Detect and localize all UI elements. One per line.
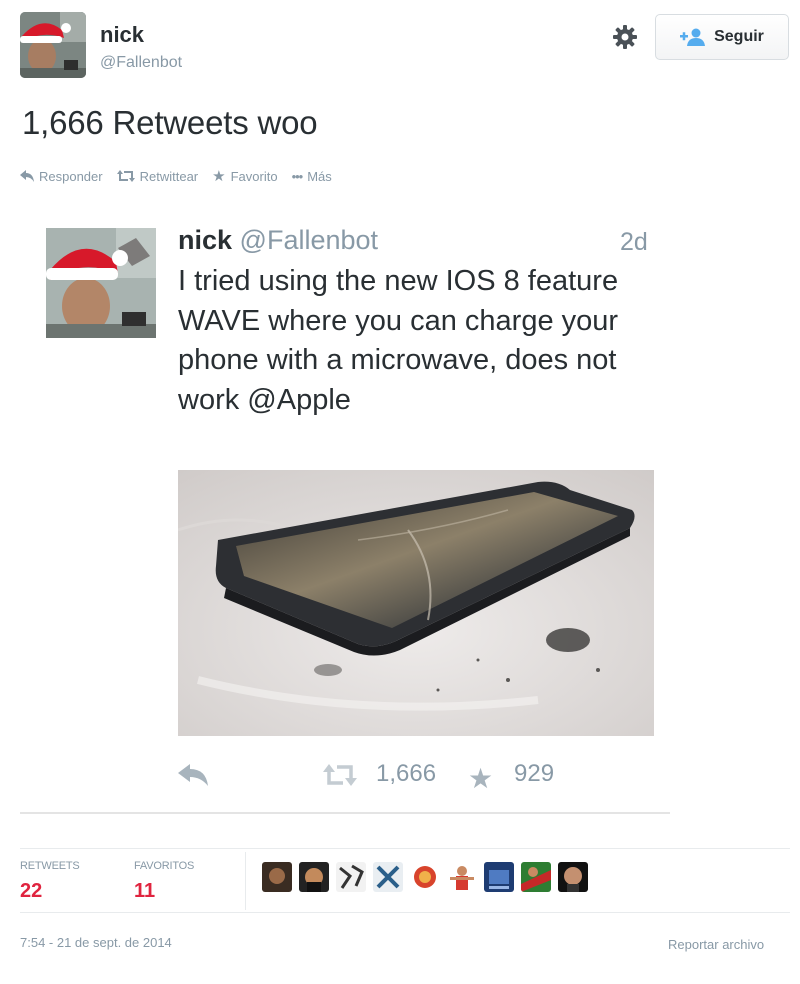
more-icon: •••: [291, 168, 304, 184]
user-avatar[interactable]: [299, 862, 329, 892]
divider: [20, 912, 790, 913]
reply-icon: [20, 170, 34, 182]
retweet-icon: [116, 170, 135, 182]
more-action[interactable]: ••• Más: [292, 169, 332, 184]
retweet-action[interactable]: Retwittear: [116, 168, 199, 184]
embedded-name: nick: [178, 225, 233, 255]
retweets-count[interactable]: 22: [20, 880, 42, 903]
user-avatar[interactable]: [484, 862, 514, 892]
embedded-favorite-count: 929: [514, 760, 555, 787]
embedded-text: I tried using the new IOS 8 feature WAVE…: [178, 265, 619, 416]
embedded-time: 2d: [620, 228, 648, 256]
user-avatar[interactable]: [521, 862, 551, 892]
retweet-label: Retwittear: [139, 168, 199, 184]
user-avatar[interactable]: [262, 862, 292, 892]
embedded-retweet-icon: [323, 764, 357, 791]
embedded-actions: 1,666 ★ 929: [178, 756, 654, 796]
burnt-phone-photo: [178, 470, 654, 736]
embedded-avatar: [46, 228, 156, 338]
favorites-count[interactable]: 11: [134, 880, 155, 903]
user-avatar[interactable]: [336, 862, 366, 892]
user-avatar[interactable]: [410, 862, 440, 892]
favorite-label: Favorito: [230, 168, 278, 184]
gear-icon[interactable]: [610, 22, 640, 52]
embedded-reply-icon: [178, 764, 208, 791]
reply-action[interactable]: Responder: [20, 169, 103, 184]
tweet-text: 1,666 Retweets woo: [22, 104, 318, 141]
more-label: Más: [307, 168, 332, 184]
author-name[interactable]: nick: [100, 22, 144, 48]
embedded-handle: @Fallenbot: [239, 225, 379, 255]
favorite-action[interactable]: ★ Favorito: [212, 167, 277, 185]
follow-label: Seguir: [714, 28, 764, 45]
user-avatar[interactable]: [558, 862, 588, 892]
user-avatar[interactable]: [447, 862, 477, 892]
report-link[interactable]: Reportar archivo: [668, 937, 764, 952]
favoriters-list: [262, 862, 588, 892]
star-icon: ★: [212, 168, 226, 185]
follow-button[interactable]: Seguir: [655, 14, 789, 60]
add-user-icon: [680, 28, 706, 46]
divider: [20, 848, 790, 849]
divider: [245, 852, 246, 910]
divider: [20, 812, 670, 814]
reply-label: Responder: [39, 168, 103, 184]
embedded-retweet-count: 1,666: [376, 760, 437, 787]
retweets-label: RETWEETS: [20, 860, 80, 872]
embedded-star-icon: ★: [468, 763, 494, 794]
user-avatar[interactable]: [373, 862, 403, 892]
tweet-actions: Responder Retwittear ★ Favorito ••• Más: [20, 167, 332, 185]
tweet-date[interactable]: 7:54 - 21 de sept. de 2014: [20, 935, 172, 950]
author-handle[interactable]: @Fallenbot: [100, 54, 182, 72]
embedded-author: nick @Fallenbot: [178, 225, 378, 256]
author-avatar[interactable]: [20, 12, 86, 78]
favorites-label: FAVORITOS: [134, 860, 195, 872]
